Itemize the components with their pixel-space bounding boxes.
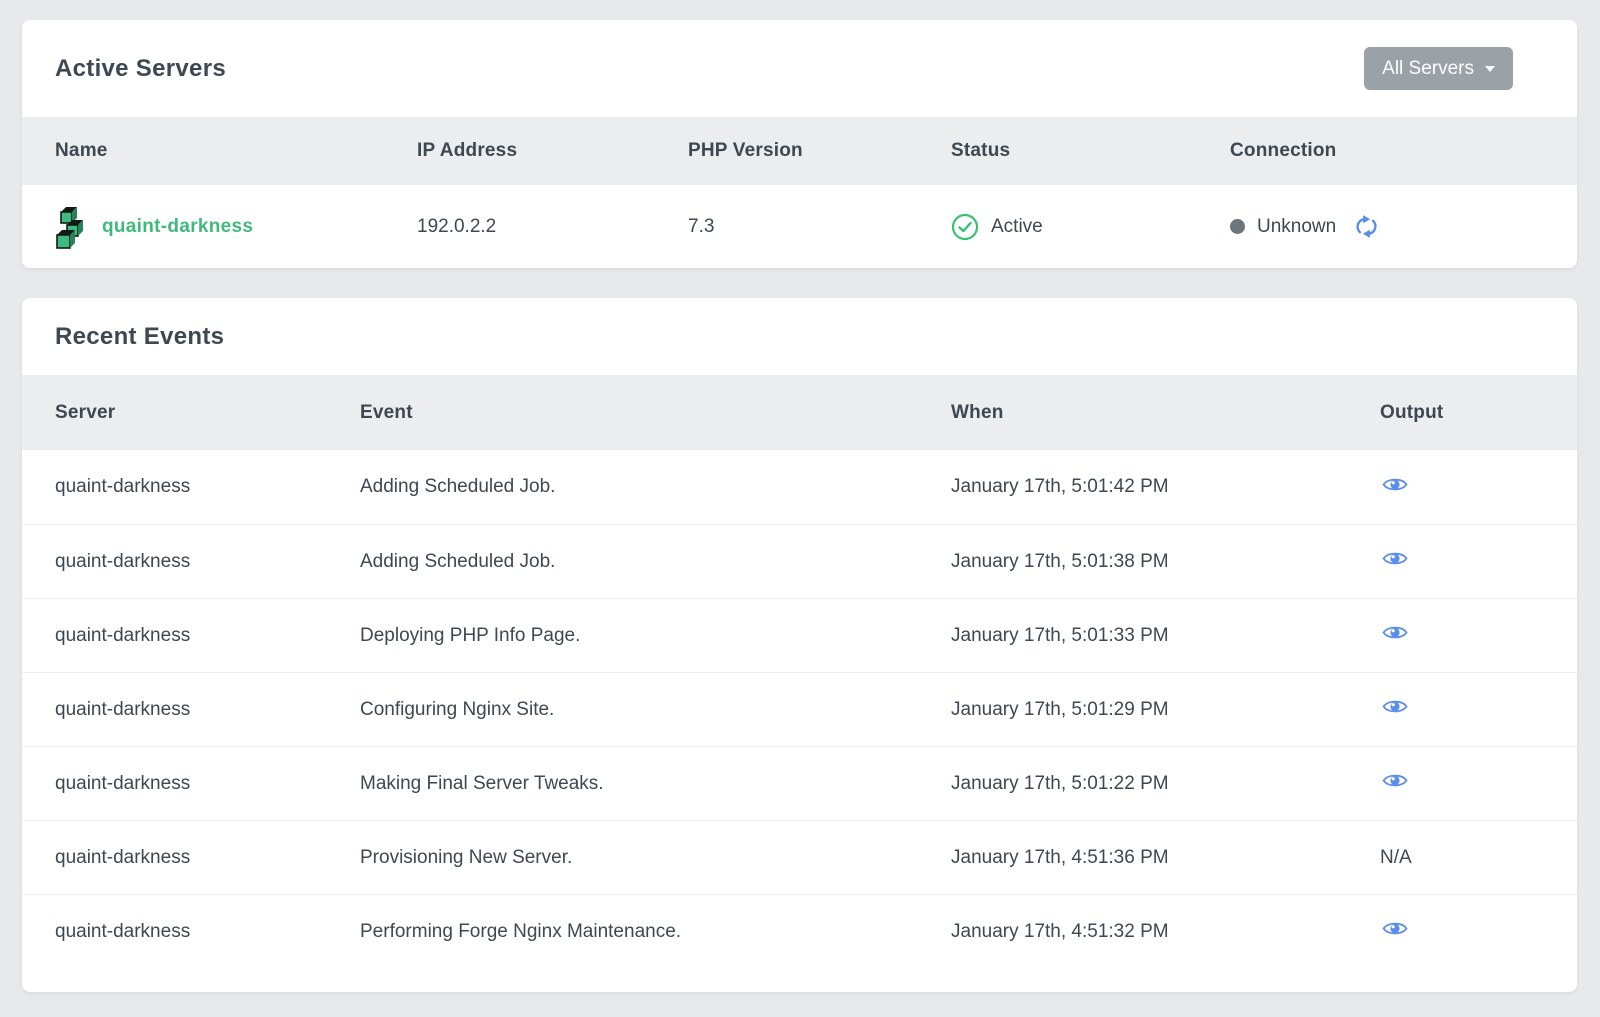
- table-row: quaint-darkness Adding Scheduled Job. Ja…: [22, 450, 1577, 524]
- active-servers-header: Active Servers All Servers: [22, 20, 1577, 117]
- check-circle-icon: [951, 213, 979, 241]
- event-when: January 17th, 5:01:29 PM: [951, 699, 1380, 721]
- column-header-server: Server: [55, 402, 360, 424]
- event-when: January 17th, 5:01:33 PM: [951, 625, 1380, 647]
- eye-icon[interactable]: [1382, 624, 1408, 641]
- all-servers-dropdown-button[interactable]: All Servers: [1364, 47, 1513, 90]
- section-title: Recent Events: [55, 323, 224, 351]
- column-header-php: PHP Version: [688, 140, 951, 162]
- active-servers-card: Active Servers All Servers Name IP Addre…: [22, 20, 1577, 268]
- server-cubes-icon: [55, 205, 89, 249]
- event-description: Adding Scheduled Job.: [360, 551, 951, 573]
- all-servers-dropdown-label: All Servers: [1382, 58, 1474, 80]
- recent-events-header: Recent Events: [22, 298, 1577, 375]
- column-header-status: Status: [951, 140, 1230, 162]
- event-when: January 17th, 5:01:22 PM: [951, 773, 1380, 795]
- event-description: Provisioning New Server.: [360, 847, 951, 869]
- table-row: quaint-darkness Provisioning New Server.…: [22, 820, 1577, 894]
- event-description: Performing Forge Nginx Maintenance.: [360, 921, 951, 943]
- active-servers-table-header: Name IP Address PHP Version Status Conne…: [22, 117, 1577, 185]
- column-header-ip: IP Address: [417, 140, 688, 162]
- recent-events-table-header: Server Event When Output: [22, 375, 1577, 450]
- event-server: quaint-darkness: [55, 551, 360, 573]
- recent-events-table-body: quaint-darkness Adding Scheduled Job. Ja…: [22, 450, 1577, 968]
- server-ip-address: 192.0.2.2: [417, 216, 688, 238]
- table-row: quaint-darkness Making Final Server Twea…: [22, 746, 1577, 820]
- recent-events-card: Recent Events Server Event When Output q…: [22, 298, 1577, 992]
- table-row: quaint-darkness Configuring Nginx Site. …: [22, 672, 1577, 746]
- event-description: Configuring Nginx Site.: [360, 699, 951, 721]
- table-row: quaint-darkness Performing Forge Nginx M…: [22, 894, 1577, 968]
- page-title: Active Servers: [55, 55, 226, 83]
- caret-down-icon: [1485, 66, 1495, 72]
- event-server: quaint-darkness: [55, 921, 360, 943]
- event-when: January 17th, 5:01:38 PM: [951, 551, 1380, 573]
- table-row: quaint-darkness Deploying PHP Info Page.…: [22, 598, 1577, 672]
- event-when: January 17th, 4:51:36 PM: [951, 847, 1380, 869]
- dot-icon: [1230, 219, 1245, 234]
- table-row: quaint-darkness Adding Scheduled Job. Ja…: [22, 524, 1577, 598]
- event-when: January 17th, 5:01:42 PM: [951, 476, 1380, 498]
- status-badge: Active: [991, 216, 1043, 238]
- table-row: quaint-darkness 192.0.2.2 7.3 Active Unk…: [22, 185, 1577, 268]
- eye-icon[interactable]: [1382, 920, 1408, 937]
- server-name-link[interactable]: quaint-darkness: [102, 216, 253, 238]
- event-server: quaint-darkness: [55, 625, 360, 647]
- connection-status: Unknown: [1257, 216, 1336, 238]
- event-output-na: N/A: [1380, 847, 1544, 869]
- eye-icon[interactable]: [1382, 772, 1408, 789]
- eye-icon[interactable]: [1382, 476, 1408, 493]
- column-header-event: Event: [360, 402, 951, 424]
- event-description: Adding Scheduled Job.: [360, 476, 951, 498]
- eye-icon[interactable]: [1382, 698, 1408, 715]
- column-header-name: Name: [55, 140, 417, 162]
- event-server: quaint-darkness: [55, 847, 360, 869]
- column-header-when: When: [951, 402, 1380, 424]
- refresh-icon[interactable]: [1354, 214, 1379, 239]
- event-server: quaint-darkness: [55, 476, 360, 498]
- column-header-output: Output: [1380, 402, 1544, 424]
- event-server: quaint-darkness: [55, 773, 360, 795]
- event-description: Deploying PHP Info Page.: [360, 625, 951, 647]
- eye-icon[interactable]: [1382, 550, 1408, 567]
- column-header-connection: Connection: [1230, 140, 1544, 162]
- event-server: quaint-darkness: [55, 699, 360, 721]
- event-description: Making Final Server Tweaks.: [360, 773, 951, 795]
- event-when: January 17th, 4:51:32 PM: [951, 921, 1380, 943]
- server-php-version: 7.3: [688, 216, 951, 238]
